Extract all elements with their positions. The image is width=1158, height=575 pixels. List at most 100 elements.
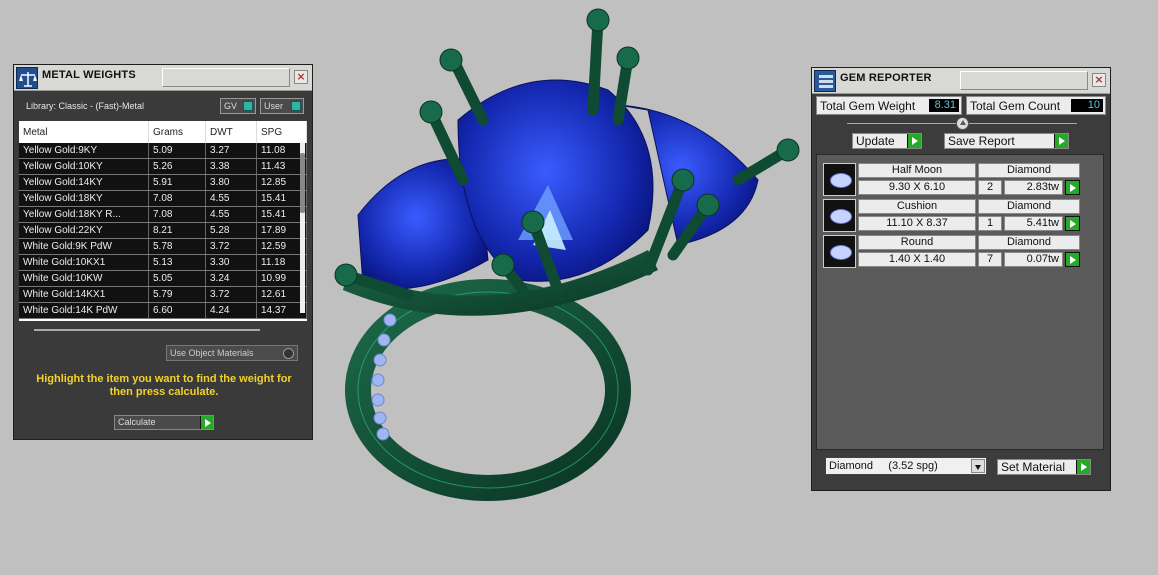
set-material-button[interactable]: Set Material <box>997 459 1091 475</box>
close-icon[interactable]: × <box>294 70 308 84</box>
play-arrow-icon[interactable] <box>1065 252 1080 267</box>
3d-viewport[interactable] <box>318 0 808 575</box>
gem-shape: Half Moon <box>858 163 976 178</box>
use-object-materials-option[interactable]: Use Object Materials <box>166 345 298 361</box>
chevron-down-icon[interactable] <box>971 459 985 473</box>
gem-material: Diamond <box>978 199 1080 214</box>
gem-count: 2 <box>978 180 1002 195</box>
gem-reporter-title: GEM REPORTER <box>840 72 932 84</box>
save-report-button[interactable]: Save Report <box>944 133 1069 149</box>
table-row[interactable]: Yellow Gold:18KY 7.08 4.55 15.41 <box>19 191 307 207</box>
gem-weight: 2.83tw <box>1004 180 1063 195</box>
gem-material: Diamond <box>978 235 1080 250</box>
gem-weight: 5.41tw <box>1004 216 1063 231</box>
table-row[interactable]: White Gold:9K PdW 5.78 3.72 12.59 <box>19 239 307 255</box>
ring-model <box>334 8 800 501</box>
table-cell: 7.08 <box>149 191 206 206</box>
table-cell: 3.24 <box>206 271 257 286</box>
slider-handle[interactable] <box>956 117 969 130</box>
column-header[interactable]: SPG <box>257 121 307 143</box>
table-row[interactable]: White Gold:10KW 5.05 3.24 10.99 <box>19 271 307 287</box>
table-row[interactable]: White Gold:14KX1 5.79 3.72 12.61 <box>19 287 307 303</box>
play-arrow-icon[interactable] <box>1076 460 1090 474</box>
play-arrow-icon[interactable] <box>1065 216 1080 231</box>
table-cell: 8.21 <box>149 223 206 238</box>
column-header[interactable]: DWT <box>206 121 257 143</box>
close-icon[interactable]: × <box>1092 73 1106 87</box>
gem-row[interactable]: Cushion Diamond 11.10 X 8.37 1 5.41tw <box>823 199 1081 232</box>
scale-icon <box>16 67 38 89</box>
total-gem-weight-value: 8.31 <box>929 99 959 112</box>
gem-shape-icon <box>830 173 852 188</box>
gv-toggle[interactable]: GV <box>220 98 256 114</box>
gem-row[interactable]: Round Diamond 1.40 X 1.40 7 0.07tw <box>823 235 1081 268</box>
table-row[interactable]: Yellow Gold:14KY 5.91 3.80 12.85 <box>19 175 307 191</box>
gem-shape: Cushion <box>858 199 976 214</box>
metal-weights-titlebar[interactable]: METAL WEIGHTS × <box>14 65 312 91</box>
radio-icon[interactable] <box>283 348 294 359</box>
title-grip <box>960 71 1088 90</box>
ring-shank <box>345 279 631 501</box>
table-cell: White Gold:10KW <box>19 271 149 286</box>
table-cell: 5.28 <box>206 223 257 238</box>
table-cell: Yellow Gold:9KY <box>19 143 149 158</box>
table-cell: 3.38 <box>206 159 257 174</box>
table-cell: 6.60 <box>149 303 206 318</box>
table-cell: White Gold:14KX1 <box>19 287 149 302</box>
table-cell: 5.09 <box>149 143 206 158</box>
play-arrow-icon[interactable] <box>907 134 921 148</box>
gem-reporter-panel: GEM REPORTER × Total Gem Weight 8.31 Tot… <box>811 67 1111 491</box>
vertical-scrollbar[interactable] <box>300 143 305 313</box>
gem-shape-icon <box>830 209 852 224</box>
table-row[interactable]: Yellow Gold:10KY 5.26 3.38 11.43 <box>19 159 307 175</box>
gem-size: 1.40 X 1.40 <box>858 252 976 267</box>
gv-toggle-knob <box>243 101 253 111</box>
metal-table: Metal Grams DWT SPG Yellow Gold:9KY 5.09 3… <box>19 121 307 321</box>
table-cell: 7.08 <box>149 207 206 222</box>
table-row[interactable]: Yellow Gold:18KY R... 7.08 4.55 15.41 <box>19 207 307 223</box>
table-cell: 5.13 <box>149 255 206 270</box>
horizontal-scrollbar[interactable] <box>34 329 260 331</box>
update-button[interactable]: Update <box>852 133 922 149</box>
gem-weight: 0.07tw <box>1004 252 1063 267</box>
table-cell: 3.72 <box>206 239 257 254</box>
gem-reporter-titlebar[interactable]: GEM REPORTER × <box>812 68 1110 94</box>
calculate-button[interactable]: Calculate <box>114 415 214 430</box>
table-cell: 5.79 <box>149 287 206 302</box>
gem-row[interactable]: Half Moon Diamond 9.30 X 6.10 2 2.83tw <box>823 163 1081 196</box>
table-row[interactable]: Yellow Gold:22KY 8.21 5.28 17.89 <box>19 223 307 239</box>
total-gem-count: Total Gem Count 10 <box>966 96 1106 115</box>
play-arrow-icon[interactable] <box>200 416 213 429</box>
table-cell: 5.91 <box>149 175 206 190</box>
gem-shape-icon <box>830 245 852 260</box>
play-arrow-icon[interactable] <box>1065 180 1080 195</box>
table-cell: 3.80 <box>206 175 257 190</box>
table-row[interactable]: Yellow Gold:9KY 5.09 3.27 11.08 <box>19 143 307 159</box>
metal-weights-panel: METAL WEIGHTS × Library: Classic - (Fast… <box>13 64 313 440</box>
play-arrow-icon[interactable] <box>1054 134 1068 148</box>
title-grip <box>162 68 290 87</box>
user-toggle-knob <box>291 101 301 111</box>
table-cell: White Gold:9K PdW <box>19 239 149 254</box>
table-cell: Yellow Gold:10KY <box>19 159 149 174</box>
gem-shape: Round <box>858 235 976 250</box>
table-cell: 3.72 <box>206 287 257 302</box>
table-cell: Yellow Gold:22KY <box>19 223 149 238</box>
gem-size: 11.10 X 8.37 <box>858 216 976 231</box>
table-cell: Yellow Gold:14KY <box>19 175 149 190</box>
material-select[interactable]: Diamond (3.52 spg) <box>825 457 987 475</box>
column-header[interactable]: Metal <box>19 121 149 143</box>
user-toggle[interactable]: User <box>260 98 304 114</box>
scroll-thumb[interactable] <box>300 153 305 213</box>
table-cell: White Gold:10KX1 <box>19 255 149 270</box>
table-cell: 4.24 <box>206 303 257 318</box>
table-row[interactable]: White Gold:10KX1 5.13 3.30 11.18 <box>19 255 307 271</box>
table-cell: 5.05 <box>149 271 206 286</box>
gem-list-icon <box>814 70 836 92</box>
column-header[interactable]: Grams <box>149 121 206 143</box>
gem-thumbnail <box>823 235 856 268</box>
gem-size: 9.30 X 6.10 <box>858 180 976 195</box>
gem-material: Diamond <box>978 163 1080 178</box>
total-gem-count-value: 10 <box>1071 99 1103 112</box>
table-row[interactable]: White Gold:14K PdW 6.60 4.24 14.37 <box>19 303 307 319</box>
